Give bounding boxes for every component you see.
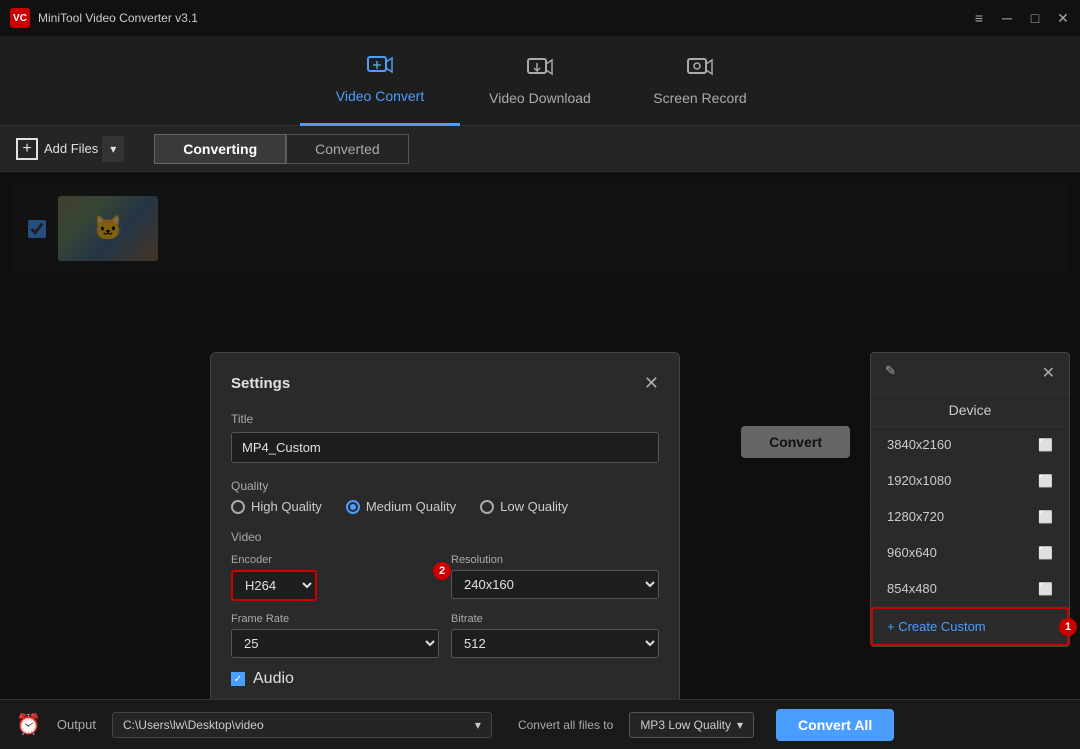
resolution-960-label: 960x640: [887, 545, 937, 560]
step-2-badge: 2: [433, 562, 451, 580]
step-1-badge: 1: [1059, 618, 1077, 636]
quality-low-label: Low Quality: [500, 499, 568, 514]
frame-rate-group: Frame Rate 25 30 60: [231, 613, 439, 658]
add-files-button[interactable]: + Add Files: [16, 138, 98, 160]
settings-dialog-title: Settings: [231, 375, 290, 392]
quality-low-option[interactable]: Low Quality: [480, 499, 568, 514]
audio-checkbox[interactable]: ✓: [231, 672, 245, 686]
encoder-group: Encoder H264 H265 MPEG4 2: [231, 554, 439, 601]
title-field-label: Title: [231, 412, 659, 426]
bitrate-select[interactable]: 512 1024 2048: [451, 629, 659, 658]
quality-medium-option[interactable]: Medium Quality: [346, 499, 456, 514]
nav-bar: Video Convert Video Download Screen Reco…: [0, 36, 1080, 126]
resolution-4k-label: 3840x2160: [887, 437, 951, 452]
external-link-icon-3: ⬜: [1038, 510, 1053, 524]
quality-high-option[interactable]: High Quality: [231, 499, 322, 514]
video-section-label: Video: [231, 530, 659, 544]
encoder-select[interactable]: H264 H265 MPEG4: [231, 570, 317, 601]
output-path[interactable]: C:\Users\lw\Desktop\video ▾: [112, 712, 492, 738]
settings-close-button[interactable]: ✕: [644, 373, 659, 394]
resolution-panel: ✎ ✕ Device 3840x2160 ⬜ 1920x1080 ⬜ 1280x…: [870, 352, 1070, 647]
quality-dropdown-arrow[interactable]: ▾: [737, 718, 743, 732]
output-path-dropdown[interactable]: ▾: [475, 718, 481, 732]
quality-high-radio[interactable]: [231, 500, 245, 514]
app-title: MiniTool Video Converter v3.1: [38, 11, 198, 25]
create-custom-wrapper: + Create Custom 1: [871, 607, 1069, 646]
external-link-icon-4: ⬜: [1038, 546, 1053, 560]
settings-dialog: Settings ✕ Title Quality High Quality Me…: [210, 352, 680, 699]
resolution-edit-icon[interactable]: ✎: [885, 363, 896, 383]
external-link-icon-2: ⬜: [1038, 474, 1053, 488]
tab-screen-record[interactable]: Screen Record: [620, 36, 780, 126]
external-link-icon-5: ⬜: [1038, 582, 1053, 596]
convert-all-button[interactable]: Convert All: [776, 709, 894, 741]
minimize-icon[interactable]: ─: [1000, 11, 1014, 25]
add-files-dropdown[interactable]: ▾: [102, 136, 124, 162]
convert-all-files-label: Convert all files to: [518, 718, 613, 732]
quality-select-label: MP3 Low Quality: [640, 718, 731, 732]
tab-screen-record-label: Screen Record: [653, 90, 746, 106]
main-area: 🐱 Convert Settings ✕ Title Quality High …: [0, 172, 1080, 699]
quality-low-radio[interactable]: [480, 500, 494, 514]
close-icon[interactable]: ✕: [1056, 11, 1070, 25]
resolution-854-label: 854x480: [887, 581, 937, 596]
encoder-label: Encoder: [231, 554, 439, 566]
frame-rate-label: Frame Rate: [231, 613, 439, 625]
resolution-item-4k[interactable]: 3840x2160 ⬜: [871, 427, 1069, 463]
add-icon: +: [16, 138, 38, 160]
quality-medium-radio[interactable]: [346, 500, 360, 514]
audio-label: Audio: [253, 670, 294, 688]
quality-medium-label: Medium Quality: [366, 499, 456, 514]
quality-high-label: High Quality: [251, 499, 322, 514]
resolution-select[interactable]: 240x160 480x320 720x480: [451, 570, 659, 599]
settings-header: Settings ✕: [231, 373, 659, 394]
titlebar-controls: ≡ ─ □ ✕: [972, 11, 1070, 25]
output-label: Output: [57, 717, 96, 732]
converted-tab[interactable]: Converted: [286, 134, 409, 164]
external-link-icon: ⬜: [1038, 438, 1053, 452]
resolution-item-720p[interactable]: 1280x720 ⬜: [871, 499, 1069, 535]
resolution-group: Resolution 240x160 480x320 720x480: [451, 554, 659, 601]
sub-tab-group: Converting Converted: [154, 134, 408, 164]
clock-icon[interactable]: ⏰: [16, 712, 41, 737]
tab-video-convert-label: Video Convert: [336, 88, 424, 104]
output-path-text: C:\Users\lw\Desktop\video: [123, 718, 264, 732]
resolution-label: Resolution: [451, 554, 659, 566]
video-download-icon: [526, 56, 554, 84]
device-label: Device: [871, 394, 1069, 427]
title-input[interactable]: [231, 432, 659, 463]
resolution-1080p-label: 1920x1080: [887, 473, 951, 488]
bottom-bar: ⏰ Output C:\Users\lw\Desktop\video ▾ Con…: [0, 699, 1080, 749]
converting-tab[interactable]: Converting: [154, 134, 286, 164]
quality-field-label: Quality: [231, 479, 659, 493]
resolution-720p-label: 1280x720: [887, 509, 944, 524]
frame-rate-select[interactable]: 25 30 60: [231, 629, 439, 658]
bitrate-label: Bitrate: [451, 613, 659, 625]
resolution-panel-close[interactable]: ✕: [1042, 363, 1055, 383]
quality-options: High Quality Medium Quality Low Quality: [231, 499, 659, 514]
tab-video-convert[interactable]: Video Convert: [300, 36, 460, 126]
video-convert-icon: [366, 54, 394, 82]
screen-record-icon: [686, 56, 714, 84]
titlebar-left: VC MiniTool Video Converter v3.1: [10, 8, 198, 28]
quality-select-bottom[interactable]: MP3 Low Quality ▾: [629, 712, 754, 738]
audio-row: ✓ Audio: [231, 670, 659, 688]
tab-video-download-label: Video Download: [489, 90, 591, 106]
encoder-wrapper: H264 H265 MPEG4 2: [231, 570, 439, 601]
create-custom-button[interactable]: + Create Custom: [871, 607, 1069, 646]
video-fields: Encoder H264 H265 MPEG4 2 Resolution 240…: [231, 554, 659, 658]
titlebar: VC MiniTool Video Converter v3.1 ≡ ─ □ ✕: [0, 0, 1080, 36]
resolution-item-854[interactable]: 854x480 ⬜: [871, 571, 1069, 607]
resolution-item-960[interactable]: 960x640 ⬜: [871, 535, 1069, 571]
resolution-item-1080p[interactable]: 1920x1080 ⬜: [871, 463, 1069, 499]
add-files-label: Add Files: [44, 141, 98, 156]
resolution-panel-header: ✎ ✕: [871, 353, 1069, 394]
bitrate-group: Bitrate 512 1024 2048: [451, 613, 659, 658]
tab-video-download[interactable]: Video Download: [460, 36, 620, 126]
hamburger-menu-icon[interactable]: ≡: [972, 11, 986, 25]
app-logo: VC: [10, 8, 30, 28]
maximize-icon[interactable]: □: [1028, 11, 1042, 25]
toolbar: + Add Files ▾ Converting Converted: [0, 126, 1080, 172]
